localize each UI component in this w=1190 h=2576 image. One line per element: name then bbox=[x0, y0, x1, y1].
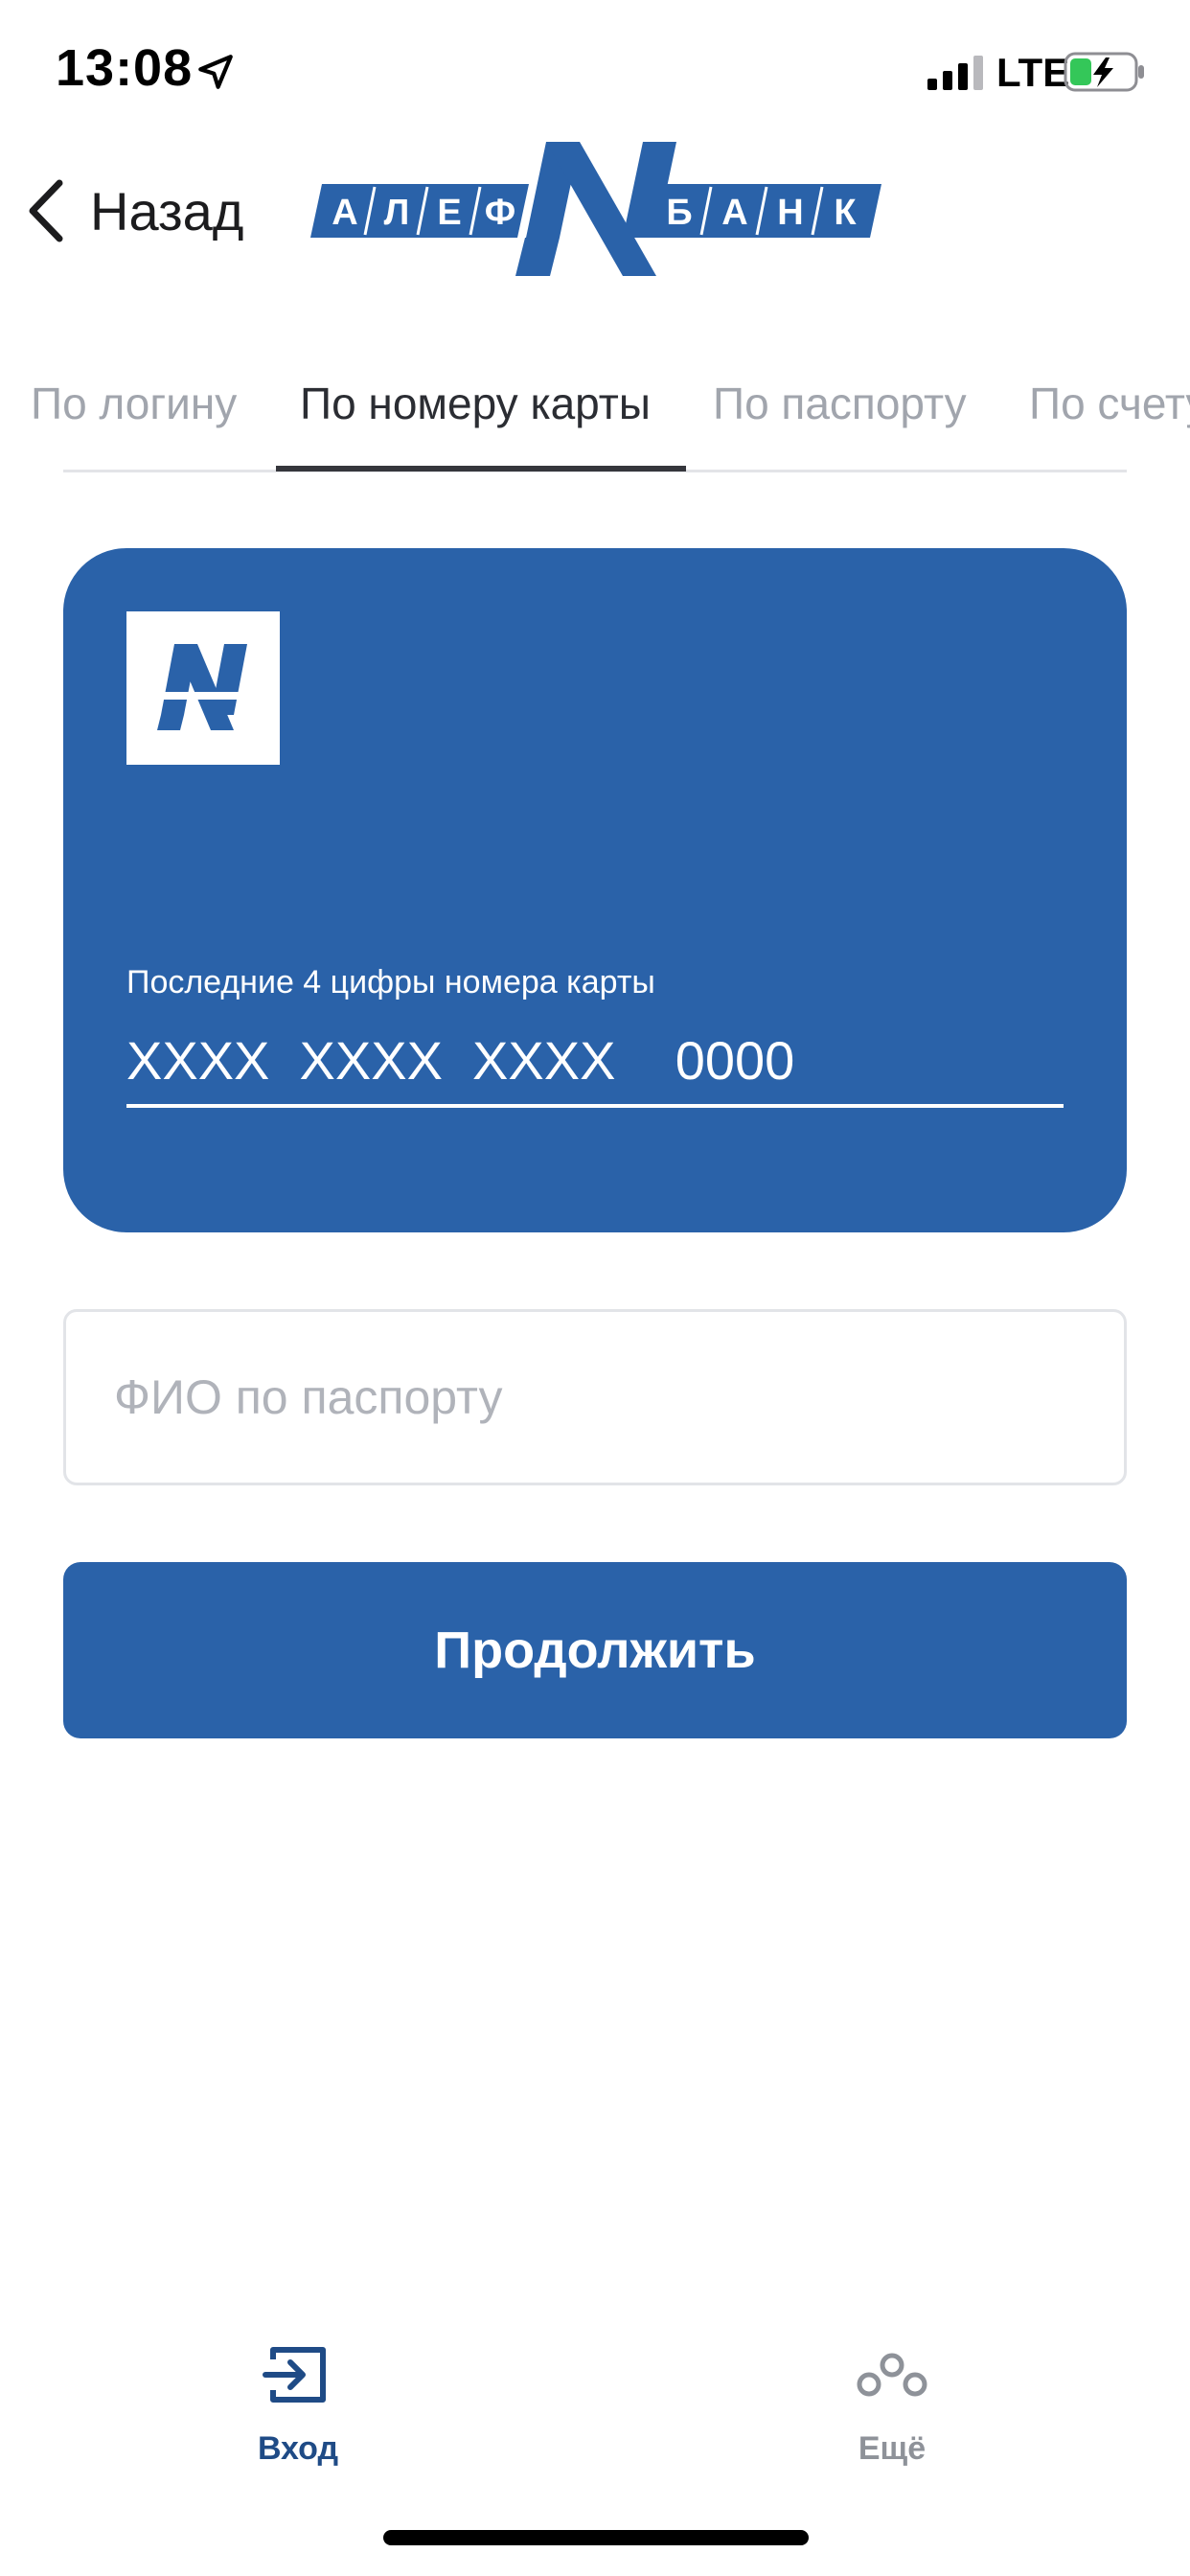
nav-label-more: Ещё bbox=[858, 2430, 927, 2467]
logo-letter: К bbox=[834, 193, 857, 233]
logo-letter: Е bbox=[437, 193, 461, 233]
logo-letter: Б bbox=[666, 193, 692, 233]
logo-letter: Л bbox=[384, 193, 410, 233]
nav-item-login[interactable]: Вход bbox=[154, 2300, 442, 2482]
status-bar: 13:08 LTE bbox=[0, 0, 1190, 144]
battery-charging-icon bbox=[1064, 52, 1144, 92]
back-button[interactable]: Назад bbox=[23, 163, 243, 259]
login-icon bbox=[263, 2347, 326, 2403]
tab-by-login[interactable]: По логину bbox=[31, 378, 237, 429]
tab-by-passport[interactable]: По паспорту bbox=[713, 378, 967, 429]
logo-letter: Ф bbox=[485, 193, 515, 233]
bottom-navigation: Вход Ещё bbox=[0, 2300, 1190, 2492]
login-method-tabs: По логину По номеру карты По паспорту По… bbox=[0, 356, 1190, 473]
nav-item-more[interactable]: Ещё bbox=[748, 2300, 1036, 2482]
logo-letter: Н bbox=[777, 193, 803, 233]
chevron-left-icon bbox=[29, 179, 63, 242]
cellular-signal-icon bbox=[927, 56, 983, 90]
continue-button[interactable]: Продолжить bbox=[63, 1562, 1127, 1738]
network-type: LTE bbox=[996, 50, 1070, 95]
location-arrow-icon bbox=[198, 55, 233, 89]
card-panel: Последние 4 цифры номера карты bbox=[63, 548, 1127, 1232]
home-indicator[interactable] bbox=[383, 2530, 809, 2545]
full-name-input[interactable] bbox=[63, 1309, 1127, 1485]
nav-label-login: Вход bbox=[257, 2430, 339, 2467]
back-label: Назад bbox=[90, 180, 244, 242]
bank-emblem-icon bbox=[155, 644, 251, 730]
tab-by-account[interactable]: По счету bbox=[1029, 378, 1190, 429]
status-time: 13:08 bbox=[56, 39, 194, 97]
tab-by-card-number[interactable]: По номеру карты bbox=[300, 378, 651, 429]
logo-letter: А bbox=[721, 193, 747, 233]
bank-logo: А Л Е Ф Б А Н К bbox=[310, 142, 881, 276]
card-logo bbox=[126, 611, 280, 765]
card-number-label: Последние 4 цифры номера карты bbox=[126, 964, 655, 1000]
active-tab-indicator bbox=[276, 466, 686, 472]
more-dots-icon bbox=[857, 2353, 927, 2397]
logo-letter: А bbox=[332, 193, 357, 233]
card-last-digits-input[interactable] bbox=[126, 1016, 1064, 1108]
